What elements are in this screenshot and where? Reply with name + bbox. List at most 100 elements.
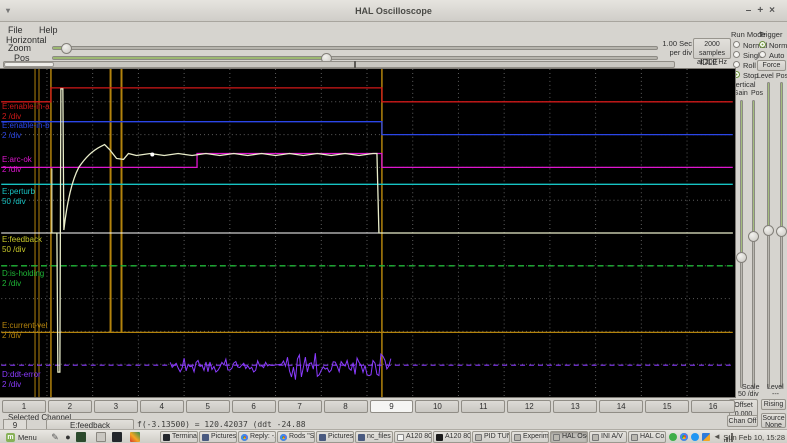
channel-tab-2[interactable]: 2: [47, 400, 92, 413]
channel-tab-13[interactable]: 13: [553, 400, 598, 413]
zoom-slider-handle[interactable]: [61, 43, 72, 54]
trigger-slope-button[interactable]: Rising: [761, 399, 786, 410]
taskbar-clock[interactable]: Sun Feb 10, 15:28: [723, 433, 785, 442]
chrome-tray-icon[interactable]: [680, 433, 688, 441]
bluetooth-tray-icon[interactable]: [691, 433, 699, 441]
trigger-level-value: ---: [772, 391, 779, 398]
trigger-radio-normal[interactable]: [759, 41, 766, 48]
window-titlebar[interactable]: ▾ HAL Oscilloscope –+×: [0, 0, 787, 22]
minimize-button[interactable]: –: [746, 5, 758, 16]
waveform-canvas: [1, 69, 733, 397]
trigger-pos-slider-handle[interactable]: [776, 226, 787, 237]
trigger-position-marker: [354, 61, 356, 68]
record-position-thumb[interactable]: [4, 62, 54, 67]
taskbar-window-hal-osc[interactable]: HAL Osc...: [550, 431, 588, 443]
channel-tab-6[interactable]: 6: [231, 400, 276, 413]
window-title: HAL Oscilloscope: [355, 6, 432, 16]
window-menu-icon[interactable]: ▾: [6, 0, 10, 22]
taskbar-window-pictures-1[interactable]: Pictures: [199, 431, 237, 443]
menubar: File Help: [8, 25, 72, 35]
screenshot-pencil-icon[interactable]: ✎: [50, 432, 60, 442]
run-mode-radio-single[interactable]: [733, 51, 740, 58]
scope-display[interactable]: E:enable-in-a 2 /div E:enable-in-b 2 /div …: [0, 68, 736, 398]
trigger-pos-slider-label: Pos: [776, 73, 787, 80]
channel-tab-1[interactable]: 1: [2, 400, 46, 413]
trigger-level-slider-label: Level: [757, 73, 774, 80]
trigger-level-slider-handle[interactable]: [763, 225, 774, 236]
trigger-label-auto[interactable]: Auto: [769, 51, 784, 60]
cursor-readout: f(-3.13500) = 120.42037 (ddt -24.88: [137, 420, 306, 429]
menu-button-label: Menu: [18, 432, 37, 442]
channel-label-3: E:arc-ok 2 /div: [2, 155, 32, 174]
channel-tab-8[interactable]: 8: [323, 400, 368, 413]
trigger-level-readout-label: Level: [767, 384, 784, 391]
globe-icon[interactable]: ●: [63, 432, 73, 442]
desktop: ▾ HAL Oscilloscope –+× File Help Horizon…: [0, 0, 787, 443]
maximize-button[interactable]: +: [757, 5, 769, 16]
channel-tab-7[interactable]: 7: [277, 400, 322, 413]
file-manager-icon[interactable]: [96, 432, 106, 442]
record-position-scrollbar[interactable]: [3, 61, 675, 68]
window-icon: [475, 433, 482, 441]
taskbar-window-rods[interactable]: Rods "S...: [277, 431, 315, 443]
close-button[interactable]: ×: [769, 5, 781, 16]
trigger-label-normal[interactable]: Normal: [769, 41, 787, 50]
run-mode-label-roll[interactable]: Roll: [743, 61, 756, 70]
channel-label-7: E:current-vel 2 /div: [2, 321, 48, 340]
channel-tab-14[interactable]: 14: [599, 400, 644, 413]
vertical-pos-slider-handle[interactable]: [748, 231, 759, 242]
document-icon: [397, 433, 404, 441]
vertical-pos-slider[interactable]: [752, 100, 755, 388]
channel-tab-9[interactable]: 9: [369, 400, 414, 413]
taskbar-window-list: Terminal Pictures Reply: -... Rods "S...…: [160, 431, 666, 443]
gain-slider[interactable]: [740, 100, 743, 388]
taskbar-window-hal-co[interactable]: HAL Co...: [628, 431, 666, 443]
browser-icon: [241, 433, 248, 441]
volume-icon[interactable]: ◄: [713, 432, 721, 442]
trigger-title: Trigger: [759, 30, 783, 39]
taskbar-window-ini-av[interactable]: INI A/V: [589, 431, 627, 443]
scale-value: 50 /div: [738, 391, 759, 398]
taskbar-window-terminal[interactable]: Terminal: [160, 431, 198, 443]
editor-icon[interactable]: [112, 432, 122, 442]
trigger-source-button[interactable]: Source None: [761, 413, 786, 429]
menu-file[interactable]: File: [8, 25, 23, 35]
folder-icon: [319, 433, 326, 441]
channel-tab-5[interactable]: 5: [185, 400, 230, 413]
taskbar-window-pid-tune[interactable]: PID TUNE: [472, 431, 510, 443]
samples-rate-button[interactable]: 2000 samples at 200 Hz: [693, 38, 731, 66]
taskbar-window-reply[interactable]: Reply: -...: [238, 431, 276, 443]
folder-icon: [358, 433, 365, 441]
channel-tab-4[interactable]: 4: [139, 400, 184, 413]
image-viewer-icon[interactable]: [130, 432, 140, 442]
trigger-point-dot: [150, 152, 155, 157]
terminal-launcher-icon[interactable]: [76, 432, 86, 442]
menu-help[interactable]: Help: [39, 25, 58, 35]
trigger-radio-auto[interactable]: [759, 51, 766, 58]
channel-tab-10[interactable]: 10: [415, 400, 460, 413]
channel-tab-12[interactable]: 12: [507, 400, 552, 413]
channel-tab-15[interactable]: 15: [645, 400, 690, 413]
pos-slider[interactable]: [52, 53, 658, 64]
feedback-trace: [50, 88, 733, 373]
taskbar-window-a120-2[interactable]: A120 80...: [433, 431, 471, 443]
browser-icon: [280, 433, 287, 441]
taskbar-menu-button[interactable]: m Menu: [2, 431, 41, 443]
mint-logo-icon: m: [6, 432, 15, 442]
zoom-slider[interactable]: [52, 43, 658, 54]
terminal-icon: [163, 433, 170, 441]
channel-tab-16[interactable]: 16: [691, 400, 735, 413]
channel-tab-11[interactable]: 11: [461, 400, 506, 413]
network-icon[interactable]: [702, 433, 710, 441]
taskbar-window-pictures-2[interactable]: Pictures: [316, 431, 354, 443]
update-manager-icon[interactable]: [669, 433, 677, 441]
taskbar-window-a120-1[interactable]: A120 80...: [394, 431, 432, 443]
taskbar-window-nc-files[interactable]: nc_files: [355, 431, 393, 443]
taskbar-window-experim[interactable]: Experim...: [511, 431, 549, 443]
run-mode-radio-normal[interactable]: [733, 41, 740, 48]
chan-off-button[interactable]: Chan Off: [727, 415, 758, 427]
channel-tab-3[interactable]: 3: [93, 400, 138, 413]
run-mode-radio-roll[interactable]: [733, 61, 740, 68]
gain-slider-handle[interactable]: [736, 252, 747, 263]
force-trigger-button[interactable]: Force: [757, 60, 786, 71]
